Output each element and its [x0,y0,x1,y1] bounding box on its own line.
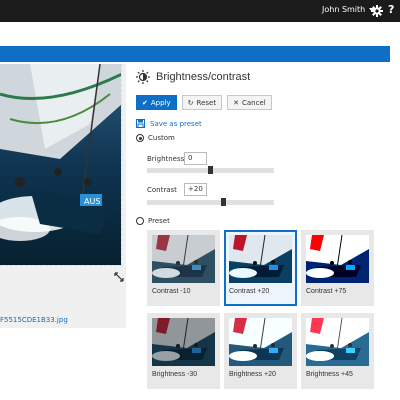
apply-button[interactable]: ✔ Apply [136,95,177,110]
preset-tile[interactable]: Brightness +45 [301,313,374,389]
preset-caption: Contrast -10 [152,288,191,295]
contrast-slider-handle[interactable] [220,198,226,206]
preset-thumbnail [229,235,292,283]
preset-grid: Contrast -10 Contrast +20 Contrast +75 B… [147,230,376,389]
save-as-preset-link[interactable]: Save as preset [136,119,202,128]
contrast-slider[interactable] [147,200,274,205]
gear-icon[interactable] [371,5,383,17]
apply-label: Apply [150,98,171,107]
preset-radio[interactable] [136,217,144,225]
preset-thumbnail [306,318,369,366]
preset-label: Preset [148,217,170,225]
brightness-label: Brightness [147,155,185,163]
brightness-icon [136,70,150,84]
preset-tile[interactable]: Contrast +20 [224,230,297,306]
preset-option[interactable]: Preset [136,217,170,225]
close-icon: ✕ [233,98,239,107]
custom-radio[interactable] [136,134,144,142]
help-icon[interactable]: ? [388,3,394,16]
preset-thumbnail [152,235,215,283]
preset-tile[interactable]: Contrast +75 [301,230,374,306]
user-menu[interactable]: John Smith [322,5,376,14]
preset-thumbnail [306,235,369,283]
preset-caption: Brightness +20 [229,371,276,378]
preset-tile[interactable]: Brightness +20 [224,313,297,389]
editor-title: Brightness/contrast [156,71,251,83]
editor-actions: ✔ Apply ↻ Reset ✕ Cancel [136,95,272,110]
save-as-preset-label: Save as preset [150,119,202,128]
preset-caption: Brightness +45 [306,371,353,378]
preset-tile[interactable]: Brightness -30 [147,313,220,389]
custom-label: Custom [148,134,175,142]
contrast-input[interactable]: +20 [184,183,207,196]
resize-icon[interactable] [114,272,124,282]
reset-button[interactable]: ↻ Reset [181,95,223,110]
checkmark-icon: ✔ [142,98,148,107]
app-header-bar [0,46,390,62]
preset-caption: Brightness -30 [152,371,198,378]
contrast-label: Contrast [147,186,177,194]
preset-caption: Contrast +20 [229,288,270,295]
preview-image: AUS [0,64,122,266]
image-filename-link[interactable]: F5515CDE1B33.jpg [0,316,68,324]
brightness-slider-handle[interactable] [208,166,213,174]
svg-text:AUS: AUS [84,197,100,206]
preset-tile[interactable]: Contrast -10 [147,230,220,306]
brightness-input[interactable]: 0 [184,152,207,165]
user-name: John Smith [322,5,366,14]
custom-option[interactable]: Custom [136,134,175,142]
image-preview-panel: AUS F5515CDE1B33.jpg [0,64,126,328]
editor-title-row: Brightness/contrast [136,70,250,84]
reset-icon: ↻ [187,98,194,107]
preset-thumbnail [152,318,215,366]
preset-thumbnail [229,318,292,366]
preset-caption: Contrast +75 [306,288,347,295]
save-icon [136,119,145,128]
cancel-button[interactable]: ✕ Cancel [227,95,272,110]
top-bar: John Smith ? [0,0,400,22]
cancel-label: Cancel [241,98,266,107]
reset-label: Reset [196,98,217,107]
